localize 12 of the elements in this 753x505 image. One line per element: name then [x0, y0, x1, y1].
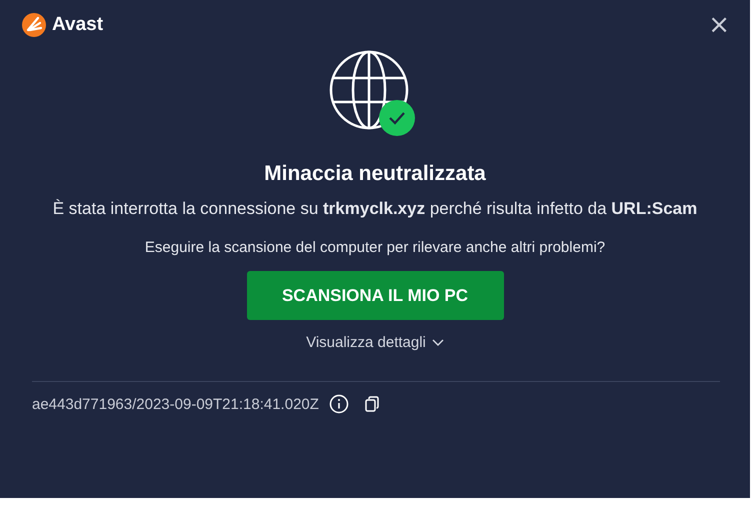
copy-icon[interactable] [364, 396, 379, 412]
brand-name: Avast [52, 14, 104, 36]
details-link[interactable]: Visualizza dettagli [306, 334, 444, 351]
chevron-down-icon [432, 338, 444, 346]
scan-id: ae443d771963/2023-09-09T21:18:41.020Z [32, 396, 319, 412]
info-icon[interactable] [328, 394, 349, 414]
scan-button[interactable]: SCANSIONA IL MIO PC [246, 271, 504, 320]
alert-message: È stata interrotta la connessione su trkmyclk.xyz perché risulta infetto da URL:Scam [52, 198, 698, 220]
alert-title: Minaccia neutralizzata [264, 162, 486, 186]
close-button[interactable]: × [704, 12, 734, 38]
scan-question: Eseguire la scansione del computer per rilevare anche altri problemi? [144, 239, 606, 256]
logo-icon [22, 13, 46, 37]
